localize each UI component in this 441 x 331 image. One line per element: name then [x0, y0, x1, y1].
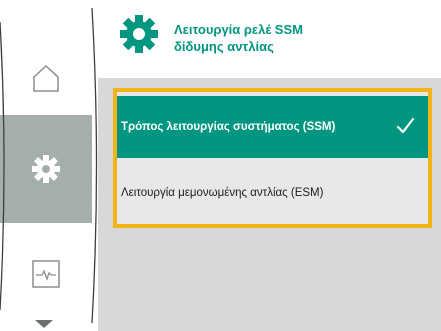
navigation-rail	[0, 0, 98, 331]
scroll-down-arrow-icon[interactable]	[35, 320, 53, 328]
home-icon	[30, 62, 62, 94]
pulse-icon	[30, 258, 62, 290]
page-header: Λειτουργία ρελέ SSM δίδυμης αντλίας	[98, 0, 441, 78]
nav-monitor-button[interactable]	[0, 224, 92, 324]
nav-home-button[interactable]	[0, 28, 92, 128]
page-title-line-1: Λειτουργία ρελέ SSM	[174, 22, 303, 37]
option-list: Τρόπος λειτουργίας συστήματος (SSM) Λειτ…	[113, 88, 432, 228]
nav-settings-button[interactable]	[0, 115, 92, 223]
option-label: Λειτουργία μεμονωμένης αντλίας (ESM)	[121, 187, 324, 199]
option-single-pump-esm[interactable]: Λειτουργία μεμονωμένης αντλίας (ESM)	[117, 162, 428, 224]
checkmark-icon	[394, 115, 416, 137]
option-system-mode-ssm[interactable]: Τρόπος λειτουργίας συστήματος (SSM)	[117, 96, 428, 158]
page-title-line-2: δίδυμης αντλίας	[174, 39, 274, 54]
option-label: Τρόπος λειτουργίας συστήματος (SSM)	[121, 121, 336, 133]
gear-icon	[118, 13, 160, 55]
main-panel: Λειτουργία ρελέ SSM δίδυμης αντλίας Τρόπ…	[98, 0, 441, 331]
page-title: Λειτουργία ρελέ SSM δίδυμης αντλίας	[174, 21, 424, 55]
gear-icon	[30, 153, 62, 185]
